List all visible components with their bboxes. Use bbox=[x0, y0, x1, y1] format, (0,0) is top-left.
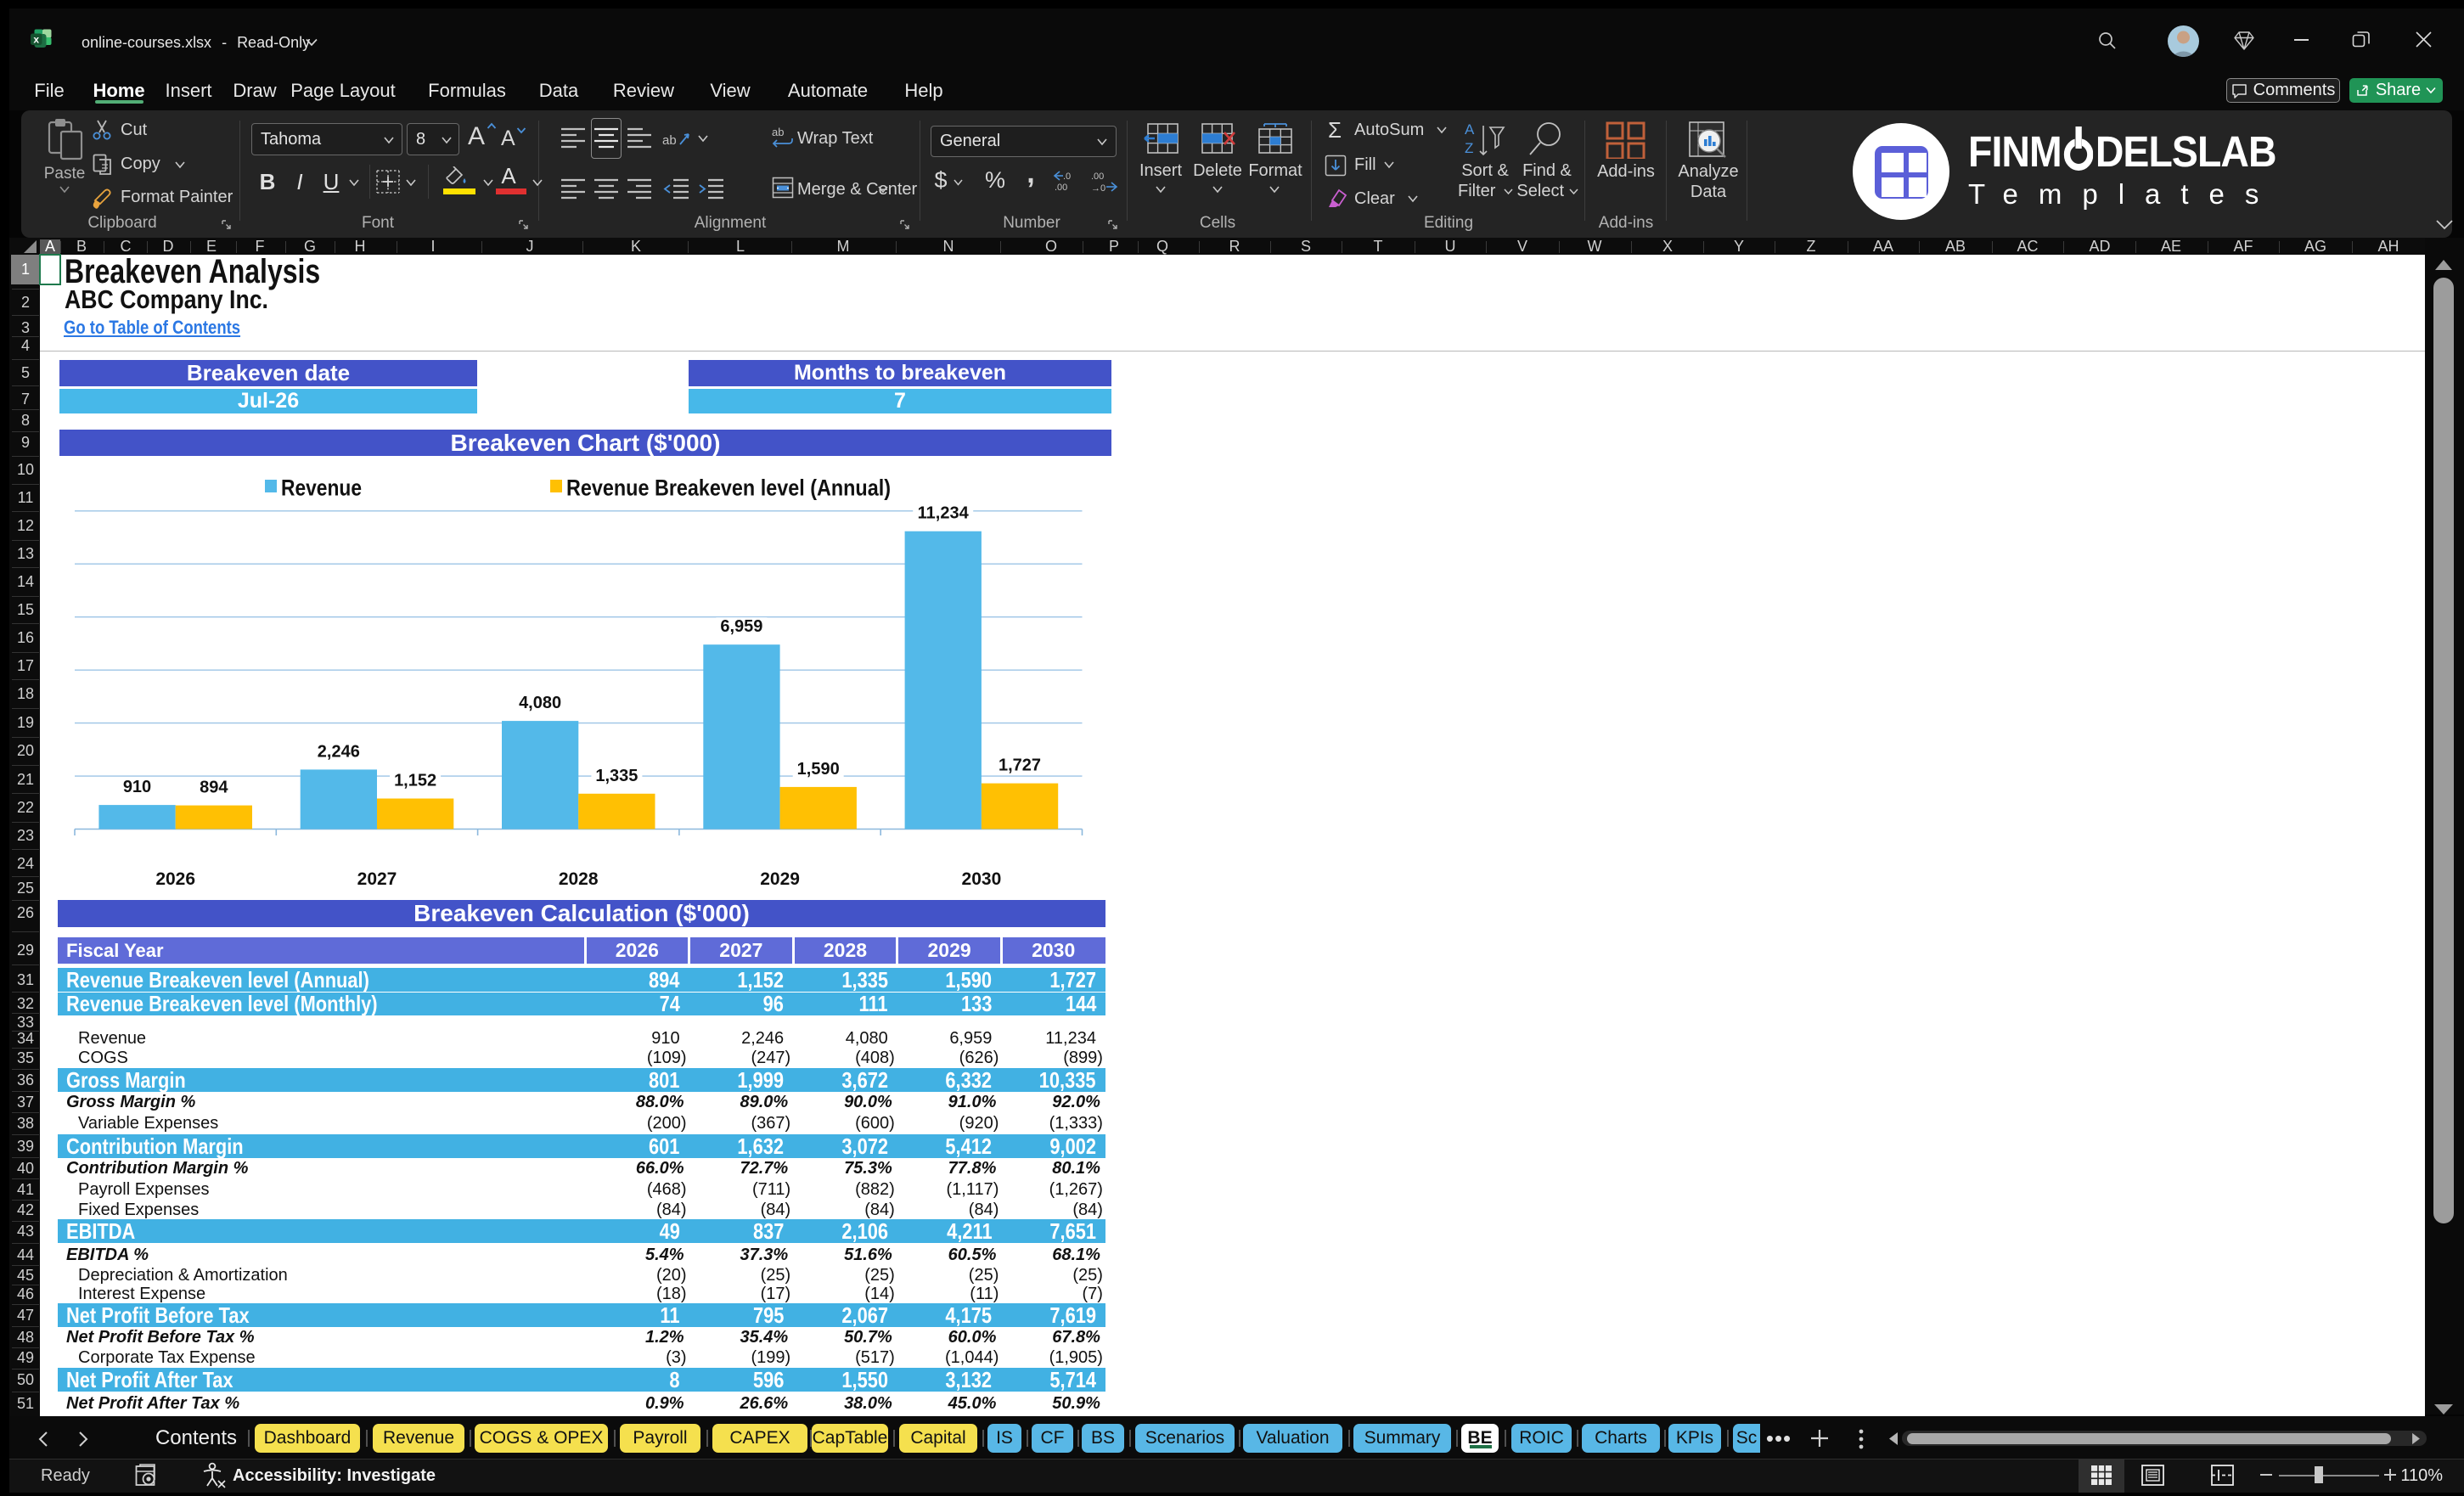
svg-text:910: 910 bbox=[123, 778, 151, 796]
svg-text:→0: →0 bbox=[1091, 183, 1105, 192]
svg-text:x: x bbox=[33, 34, 39, 46]
svg-text:6,959: 6,959 bbox=[720, 617, 762, 636]
svg-text:1,152: 1,152 bbox=[394, 772, 436, 790]
svg-text:2029: 2029 bbox=[760, 869, 800, 887]
svg-text:4,080: 4,080 bbox=[519, 694, 561, 712]
svg-text:2,246: 2,246 bbox=[318, 742, 360, 761]
svg-text:1,727: 1,727 bbox=[999, 756, 1041, 775]
svg-text:ab: ab bbox=[662, 133, 677, 148]
svg-text:1,590: 1,590 bbox=[797, 760, 840, 779]
svg-text:Revenue: Revenue bbox=[281, 475, 362, 501]
svg-text:1,335: 1,335 bbox=[595, 767, 638, 785]
svg-text:2026: 2026 bbox=[155, 869, 195, 887]
svg-text:2028: 2028 bbox=[559, 869, 599, 887]
svg-text:ab: ab bbox=[772, 126, 784, 138]
svg-text:.00: .00 bbox=[1091, 172, 1104, 182]
svg-text:.0: .0 bbox=[1063, 172, 1071, 182]
svg-text:A: A bbox=[1465, 121, 1475, 138]
svg-text:Revenue Breakeven level (Annua: Revenue Breakeven level (Annual) bbox=[566, 475, 891, 501]
svg-text:.00: .00 bbox=[1055, 183, 1067, 192]
svg-text:Z: Z bbox=[1465, 140, 1473, 156]
svg-text:2030: 2030 bbox=[962, 869, 1002, 887]
svg-text:11,234: 11,234 bbox=[918, 504, 970, 523]
svg-text:2027: 2027 bbox=[357, 869, 397, 887]
svg-text:894: 894 bbox=[200, 779, 228, 797]
